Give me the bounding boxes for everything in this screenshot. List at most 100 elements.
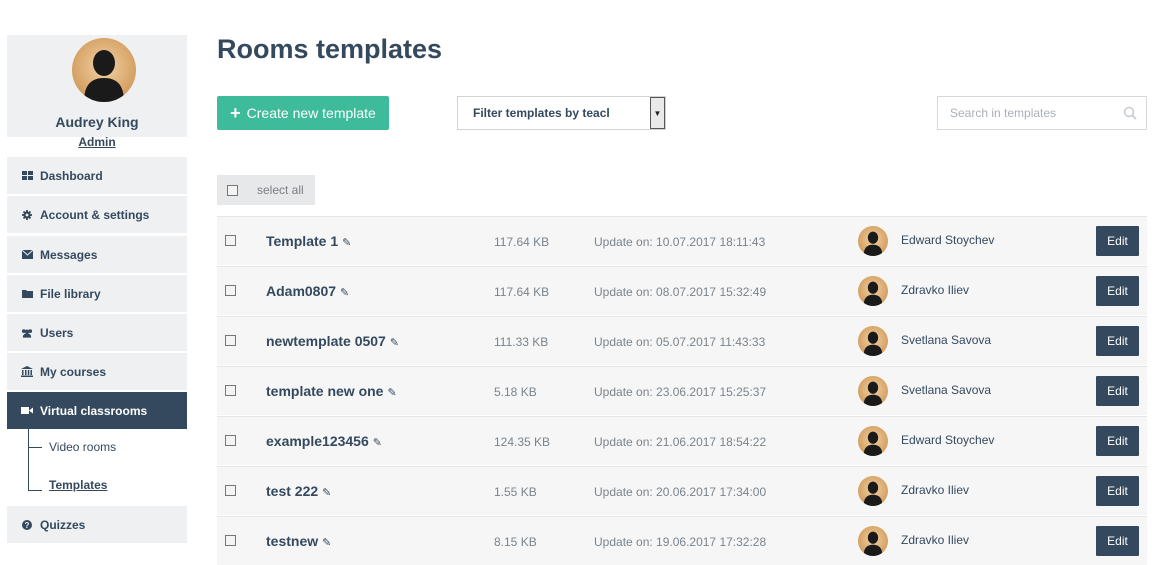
- row-checkbox[interactable]: [225, 335, 236, 346]
- select-all-control[interactable]: select all: [217, 175, 315, 205]
- users-icon: [21, 327, 33, 339]
- nav-item-label: File library: [40, 286, 101, 301]
- pencil-icon[interactable]: ✎: [340, 286, 349, 299]
- template-updated: Update on: 19.06.2017 17:32:28: [594, 535, 767, 549]
- profile-role-link[interactable]: Admin: [7, 135, 187, 149]
- template-name: template new one: [266, 383, 384, 399]
- template-name: Template 1: [266, 233, 339, 249]
- template-updated: Update on: 21.06.2017 18:54:22: [594, 435, 767, 449]
- edit-button[interactable]: Edit: [1096, 526, 1139, 556]
- row-checkbox[interactable]: [225, 285, 236, 296]
- select-all-checkbox[interactable]: [227, 185, 238, 196]
- search-icon[interactable]: [1123, 106, 1137, 120]
- video-camera-icon: [21, 405, 33, 417]
- template-owner: Svetlana Savova: [901, 333, 992, 347]
- nav-item-users[interactable]: Users: [7, 314, 187, 351]
- avatar[interactable]: [72, 38, 136, 102]
- template-updated: Update on: 08.07.2017 15:32:49: [594, 285, 767, 299]
- pencil-icon[interactable]: ✎: [390, 336, 399, 349]
- user-profile: Audrey King Admin: [7, 35, 187, 149]
- edit-button[interactable]: Edit: [1096, 326, 1139, 356]
- template-name: testnew: [266, 533, 319, 549]
- owner-avatar: [858, 476, 888, 506]
- dashboard-icon: [21, 170, 33, 182]
- row-checkbox[interactable]: [225, 435, 236, 446]
- profile-name: Audrey King: [55, 114, 139, 130]
- template-updated: Update on: 20.06.2017 17:34:00: [594, 485, 767, 499]
- nav-item-account-settings[interactable]: Account & settings: [7, 196, 187, 233]
- owner-avatar: [858, 376, 888, 406]
- template-name: test 222: [266, 483, 319, 499]
- template-size: 124.35 KB: [494, 435, 551, 449]
- template-owner: Edward Stoychev: [901, 433, 995, 447]
- table-row: test 222 ✎ 1.55 KB Update on: 20.06.2017 17…: [217, 466, 1147, 515]
- pencil-icon[interactable]: ✎: [342, 236, 351, 249]
- envelope-icon: [21, 249, 33, 261]
- nav-item-label: Account & settings: [40, 207, 150, 222]
- folder-icon: [21, 288, 33, 300]
- table-row: newtemplate 0507 ✎ 111.33 KB Update on: 05.…: [217, 316, 1147, 365]
- table-row: Template 1 ✎ 117.64 KB Update on: 10.07.201…: [217, 216, 1147, 265]
- edit-button[interactable]: Edit: [1096, 426, 1139, 456]
- template-updated: Update on: 23.06.2017 15:25:37: [594, 385, 767, 399]
- row-checkbox[interactable]: [225, 385, 236, 396]
- template-owner: Zdravko Iliev: [901, 533, 970, 547]
- template-size: 8.15 KB: [494, 535, 537, 549]
- template-owner: Edward Stoychev: [901, 233, 995, 247]
- template-owner: Svetlana Savova: [901, 383, 992, 397]
- template-name-link[interactable]: example123456 ✎: [266, 433, 382, 449]
- template-name-link[interactable]: Adam0807 ✎: [266, 283, 349, 299]
- table-row: template new one ✎ 5.18 KB Update on: 23.06…: [217, 366, 1147, 415]
- template-name: example123456: [266, 433, 369, 449]
- template-size: 117.64 KB: [494, 285, 550, 299]
- edit-button[interactable]: Edit: [1096, 276, 1139, 306]
- nav-item-dashboard[interactable]: Dashboard: [7, 157, 187, 194]
- template-owner: Zdravko Iliev: [901, 483, 970, 497]
- nav-item-label: My courses: [40, 364, 107, 379]
- gear-icon: [21, 209, 33, 221]
- nav-item-quizzes[interactable]: ? Quizzes: [7, 506, 187, 543]
- table-row: example123456 ✎ 124.35 KB Update on: 21.06.…: [217, 416, 1147, 465]
- create-template-label: Create new template: [246, 105, 376, 121]
- template-name-link[interactable]: newtemplate 0507 ✎: [266, 333, 399, 349]
- owner-avatar: [858, 326, 888, 356]
- teacher-filter-select[interactable]: Filter templates by teach ▼: [457, 96, 666, 130]
- pencil-icon[interactable]: ✎: [387, 386, 396, 399]
- select-all-label: select all: [257, 183, 304, 197]
- nav-item-label: Messages: [40, 247, 98, 262]
- pencil-icon[interactable]: ✎: [322, 536, 331, 549]
- owner-avatar: [858, 226, 888, 256]
- subnav-item-video-rooms[interactable]: Video rooms: [49, 440, 116, 454]
- template-name-link[interactable]: Template 1 ✎: [266, 233, 351, 249]
- nav-item-label: Virtual classrooms: [40, 403, 148, 418]
- edit-button[interactable]: Edit: [1096, 476, 1139, 506]
- subnav-tree-branch: [28, 490, 42, 491]
- edit-button[interactable]: Edit: [1096, 226, 1139, 256]
- chevron-down-icon[interactable]: ▼: [650, 97, 665, 129]
- owner-avatar: [858, 526, 888, 556]
- edit-button[interactable]: Edit: [1096, 376, 1139, 406]
- filter-selected-value: Filter templates by teach: [473, 106, 609, 120]
- template-name-link[interactable]: template new one ✎: [266, 383, 397, 399]
- row-checkbox[interactable]: [225, 535, 236, 546]
- subnav-item-templates[interactable]: Templates: [49, 478, 107, 492]
- nav-item-messages[interactable]: Messages: [7, 236, 187, 273]
- template-name-link[interactable]: testnew ✎: [266, 533, 331, 549]
- nav-item-file-library[interactable]: File library: [7, 275, 187, 312]
- owner-avatar: [858, 426, 888, 456]
- create-template-button[interactable]: + Create new template: [217, 96, 389, 130]
- pencil-icon[interactable]: ✎: [322, 486, 331, 499]
- search-input[interactable]: Search in templates: [937, 96, 1147, 130]
- template-owner: Zdravko Iliev: [901, 283, 970, 297]
- nav-item-my-courses[interactable]: My courses: [7, 353, 187, 390]
- template-name-link[interactable]: test 222 ✎: [266, 483, 331, 499]
- table-row: Adam0807 ✎ 117.64 KB Update on: 08.07.2017 …: [217, 266, 1147, 315]
- row-checkbox[interactable]: [225, 235, 236, 246]
- plus-icon: +: [230, 103, 241, 123]
- nav-item-label: Users: [40, 325, 74, 340]
- row-checkbox[interactable]: [225, 485, 236, 496]
- nav-item-virtual-classrooms[interactable]: Virtual classrooms: [7, 392, 187, 429]
- template-updated: Update on: 10.07.2017 18:11:43: [594, 235, 766, 249]
- pencil-icon[interactable]: ✎: [373, 436, 382, 449]
- table-row: testnew ✎ 8.15 KB Update on: 19.06.2017 17:…: [217, 516, 1147, 565]
